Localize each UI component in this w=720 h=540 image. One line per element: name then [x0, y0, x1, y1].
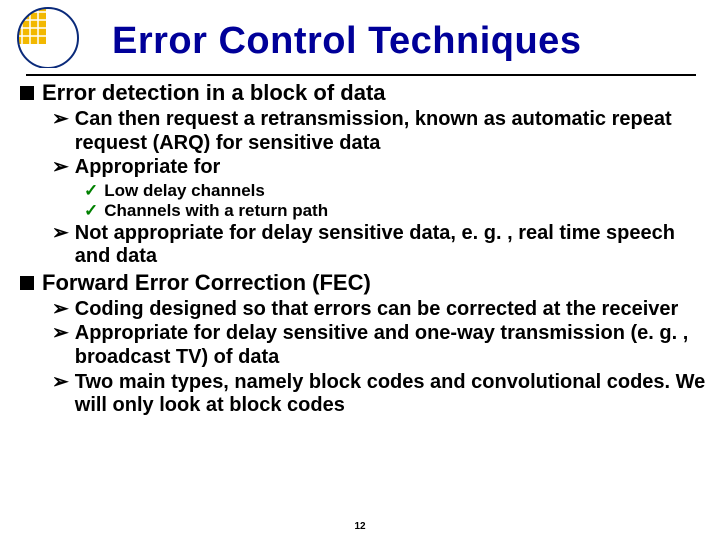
- page-number: 12: [0, 521, 720, 532]
- bullet-level2: ➢ Coding designed so that errors can be …: [20, 298, 710, 322]
- square-bullet-icon: [20, 276, 34, 290]
- bullet-level2: ➢ Appropriate for delay sensitive and on…: [20, 322, 710, 369]
- section-heading-text: Error detection in a block of data: [42, 80, 386, 106]
- bullet-text: Appropriate for delay sensitive and one-…: [75, 322, 710, 369]
- arrow-bullet-icon: ➢: [52, 222, 69, 246]
- section-heading: Forward Error Correction (FEC): [20, 270, 710, 296]
- arrow-bullet-icon: ➢: [52, 156, 69, 180]
- bullet-level2: ➢ Appropriate for: [20, 156, 710, 180]
- bullet-text: Coding designed so that errors can be co…: [75, 298, 679, 322]
- bullet-text: Appropriate for: [75, 156, 221, 180]
- bullet-level3: ✓ Channels with a return path: [20, 201, 710, 221]
- bullet-level3: ✓ Low delay channels: [20, 181, 710, 201]
- square-bullet-icon: [20, 86, 34, 100]
- bullet-text: Two main types, namely block codes and c…: [75, 371, 710, 418]
- bullet-text: Not appropriate for delay sensitive data…: [75, 222, 710, 269]
- arrow-bullet-icon: ➢: [52, 371, 69, 395]
- slide-body: Error detection in a block of data ➢ Can…: [20, 80, 710, 419]
- bullet-level2: ➢ Not appropriate for delay sensitive da…: [20, 222, 710, 269]
- title-divider: [26, 74, 696, 76]
- slide-logo: [12, 4, 82, 68]
- section-heading: Error detection in a block of data: [20, 80, 710, 106]
- bullet-text: Low delay channels: [104, 181, 265, 201]
- check-bullet-icon: ✓: [84, 201, 98, 221]
- bullet-text: Channels with a return path: [104, 201, 328, 221]
- arrow-bullet-icon: ➢: [52, 108, 69, 132]
- slide-title: Error Control Techniques: [112, 20, 581, 63]
- arrow-bullet-icon: ➢: [52, 322, 69, 346]
- bullet-text: Can then request a retransmission, known…: [75, 108, 710, 155]
- bullet-level2: ➢ Can then request a retransmission, kno…: [20, 108, 710, 155]
- section-heading-text: Forward Error Correction (FEC): [42, 270, 371, 296]
- check-bullet-icon: ✓: [84, 181, 98, 201]
- arrow-bullet-icon: ➢: [52, 298, 69, 322]
- bullet-level2: ➢ Two main types, namely block codes and…: [20, 371, 710, 418]
